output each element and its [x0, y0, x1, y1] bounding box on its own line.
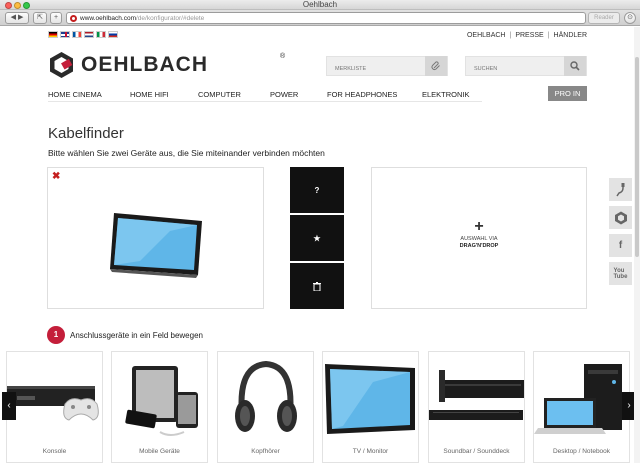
device-card-desktop-notebook[interactable]: Desktop / Notebook	[533, 351, 630, 463]
favorite-button[interactable]: ★	[290, 215, 344, 261]
merkliste-button[interactable]	[425, 56, 447, 76]
link-haendler[interactable]: HÄNDLER	[554, 32, 587, 39]
search-field	[465, 56, 587, 78]
finder-actions: ? ★	[290, 167, 344, 311]
scrollbar-thumb[interactable]	[635, 57, 639, 257]
page-subtitle: Bitte wählen Sie zwei Geräte aus, die Si…	[48, 148, 325, 158]
cable-icon	[615, 182, 624, 196]
logo-text: OEHLBACH	[81, 53, 208, 76]
site-logo[interactable]: OEHLBACH ®	[48, 51, 285, 79]
nav-for-headphones[interactable]: FOR HEADPHONES	[327, 90, 397, 99]
new-tab-button[interactable]: +	[50, 12, 62, 24]
chevron-right-icon: ›	[627, 400, 631, 411]
flag-nl-icon[interactable]	[84, 31, 94, 38]
device-label: Mobile Geräte	[139, 448, 180, 455]
carousel-prev-button[interactable]: ‹	[2, 392, 16, 420]
paperclip-icon	[431, 61, 440, 70]
share-icon[interactable]: ⇱	[33, 12, 47, 24]
device-label: Kopfhörer	[251, 448, 280, 455]
drop-zone-hint: + AUSWAHL VIA DRAG'N'DROP	[372, 218, 586, 250]
search-icon	[570, 61, 580, 71]
oehlbach-social-button[interactable]	[609, 206, 632, 229]
device-label: Desktop / Notebook	[552, 448, 611, 455]
headphones-image	[235, 360, 297, 432]
star-icon: ★	[313, 233, 321, 243]
trash-icon	[313, 281, 321, 291]
merkliste-input[interactable]	[327, 60, 417, 78]
device-carousel: Konsole Mobile Geräte Kopfhörer TV / Mon…	[6, 351, 634, 463]
top-links: OEHLBACH | PRESSE | HÄNDLER	[466, 32, 587, 39]
window-title: Oehlbach	[302, 0, 338, 9]
youtube-icon: You Tube	[613, 267, 628, 280]
device-card-konsole[interactable]: Konsole	[6, 351, 103, 463]
nav-home-cinema[interactable]: HOME CINEMA	[48, 90, 102, 99]
url-host: www.oehlbach.com	[80, 15, 136, 22]
search-button[interactable]	[564, 56, 586, 76]
soundbar-image	[429, 370, 524, 420]
youtube-button[interactable]: You Tube	[609, 262, 632, 285]
mobile-devices-image	[125, 366, 198, 436]
delete-button[interactable]	[290, 263, 344, 309]
language-flags	[48, 31, 118, 38]
nav-computer[interactable]: COMPUTER	[198, 90, 241, 99]
search-input[interactable]	[466, 60, 556, 78]
nav-home-hifi[interactable]: HOME HIFI	[130, 90, 169, 99]
facebook-icon: f	[618, 240, 623, 251]
downloads-icon[interactable]: ⊙	[624, 12, 636, 24]
nav-power[interactable]: POWER	[270, 90, 298, 99]
desktop-notebook-image	[534, 364, 622, 434]
help-button[interactable]: ?	[290, 167, 344, 213]
device-card-mobile-geraete[interactable]: Mobile Geräte	[111, 351, 208, 463]
drop-hint-line2: DRAG'N'DROP	[459, 243, 499, 249]
merkliste-field	[326, 56, 448, 78]
device-card-tv-monitor[interactable]: TV / Monitor	[322, 351, 419, 463]
device-label: TV / Monitor	[352, 448, 389, 455]
main-navigation: HOME CINEMA HOME HIFI COMPUTER POWER FOR…	[48, 90, 482, 102]
chevron-left-icon: ‹	[7, 400, 11, 411]
device-label: Konsole	[42, 448, 67, 455]
device-label: Soundbar / Sounddeck	[443, 448, 510, 455]
device-card-soundbar[interactable]: Soundbar / Sounddeck	[428, 351, 525, 463]
oehlbach-ring-icon	[614, 211, 627, 224]
nav-elektronik[interactable]: ELEKTRONIK	[422, 90, 470, 99]
tv-monitor-image	[110, 213, 202, 278]
facebook-button[interactable]: f	[609, 234, 632, 257]
device-slot-right[interactable]: + AUSWAHL VIA DRAG'N'DROP	[371, 167, 587, 309]
question-icon: ?	[314, 185, 320, 195]
reader-button[interactable]: Reader	[588, 12, 620, 24]
step-number-badge: 1	[47, 326, 65, 344]
back-forward-buttons[interactable]: ◀ ▶	[5, 12, 29, 24]
drop-hint-line1: AUSWAHL VIA	[460, 236, 498, 242]
oehlbach-logo-icon	[50, 52, 73, 78]
cable-share-button[interactable]	[609, 178, 632, 201]
page-title: Kabelfinder	[48, 125, 124, 142]
link-presse[interactable]: PRESSE	[515, 32, 543, 39]
pro-in-button[interactable]: PRO IN	[548, 86, 587, 101]
address-bar[interactable]: www.oehlbach.com/de/konfigurator/#delete	[66, 12, 586, 24]
device-slot-left[interactable]: ✖	[47, 167, 264, 309]
page-scrollbar[interactable]	[634, 27, 640, 463]
window-titlebar: Oehlbach	[0, 0, 640, 10]
flag-ru-icon[interactable]	[108, 31, 118, 38]
url-path: /de/konfigurator/#delete	[136, 15, 205, 22]
flag-fr-icon[interactable]	[72, 31, 82, 38]
tv-image	[325, 364, 415, 434]
flag-it-icon[interactable]	[96, 31, 106, 38]
flag-de-icon[interactable]	[48, 31, 58, 38]
plus-icon: +	[474, 218, 484, 235]
favicon-icon	[70, 15, 77, 22]
step-instruction: Anschlussgeräte in ein Feld bewegen	[70, 331, 203, 340]
logo-registered-mark: ®	[280, 53, 286, 60]
console-image	[7, 386, 99, 421]
remove-device-icon[interactable]: ✖	[52, 171, 60, 182]
device-card-kopfhoerer[interactable]: Kopfhörer	[217, 351, 314, 463]
flag-en-icon[interactable]	[60, 31, 70, 38]
browser-toolbar: ◀ ▶ ⇱ + www.oehlbach.com/de/konfigurator…	[0, 10, 640, 26]
link-oehlbach[interactable]: OEHLBACH	[467, 32, 506, 39]
